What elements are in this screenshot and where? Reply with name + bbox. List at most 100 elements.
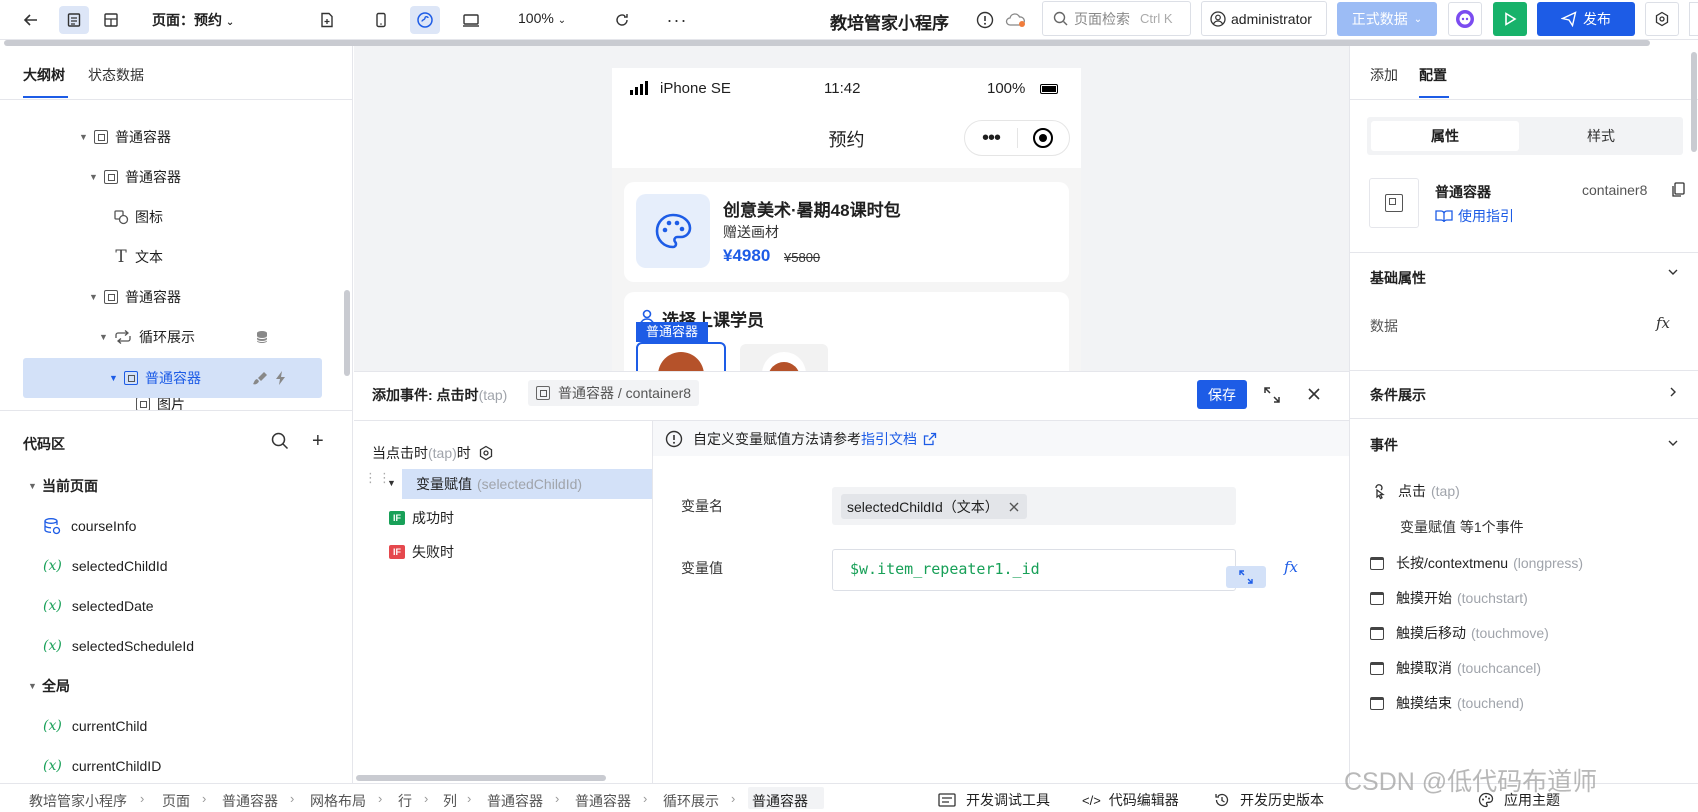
event-panel-scrollbar[interactable] <box>356 775 606 781</box>
page-search-input[interactable]: 页面检索 Ctrl K <box>1042 1 1191 36</box>
action-node-selected[interactable]: 变量赋值 (selectedChildId) <box>402 469 652 499</box>
data-env-select[interactable]: 正式数据 ⌄ <box>1337 2 1437 36</box>
event-touchcancel[interactable]: 触摸取消 (touchcancel) <box>1370 654 1541 682</box>
code-editor-button[interactable]: </> 代码编辑器 <box>1082 790 1179 810</box>
overflow-button[interactable] <box>1689 2 1698 36</box>
event-touchend[interactable]: 触摸结束 (touchend) <box>1370 689 1524 717</box>
back-arrow-icon[interactable] <box>16 6 46 34</box>
success-branch[interactable]: IF 成功时 <box>389 508 454 528</box>
chevron-down-icon[interactable] <box>1667 266 1679 281</box>
tree-node-selected[interactable]: ▼ 普通容器 <box>109 361 289 395</box>
add-page-icon[interactable] <box>312 6 342 34</box>
external-link-icon[interactable] <box>923 432 937 446</box>
basic-props-title[interactable]: 基础属性 <box>1370 268 1426 288</box>
settings-hex-icon[interactable] <box>478 445 494 461</box>
breadcrumb-separator: › <box>140 791 145 806</box>
events-title[interactable]: 事件 <box>1370 435 1398 455</box>
tree-node[interactable]: 图片 <box>135 398 185 410</box>
tap-event-summary[interactable]: 变量赋值 等1个事件 <box>1400 517 1524 537</box>
fail-branch[interactable]: IF 失败时 <box>389 542 454 562</box>
breadcrumb-item[interactable]: 普通容器 <box>575 791 631 811</box>
desktop-device-icon[interactable] <box>456 6 486 34</box>
list-view-icon[interactable] <box>59 6 89 34</box>
code-item-courseinfo[interactable]: courseInfo <box>43 507 136 545</box>
search-icon[interactable] <box>271 432 289 453</box>
breadcrumb-item[interactable]: 列 <box>443 791 457 811</box>
code-item-var[interactable]: (x) currentChild <box>43 707 147 745</box>
var-value-field[interactable]: $w.item_repeater1._id <box>832 549 1266 591</box>
expand-editor-icon[interactable] <box>1226 566 1266 588</box>
info-icon[interactable] <box>970 6 1000 34</box>
mobile-device-icon[interactable] <box>366 6 396 34</box>
student-avatar-selected[interactable] <box>636 342 726 371</box>
event-touchstart[interactable]: 触摸开始 (touchstart) <box>1370 584 1528 612</box>
tree-node[interactable]: T 文本 <box>113 240 163 274</box>
breadcrumb-item[interactable]: 普通容器 <box>487 791 543 811</box>
current-page-group[interactable]: ▼ 当前页面 <box>28 467 98 505</box>
layout-view-icon[interactable] <box>96 6 126 34</box>
event-tap[interactable]: 点击 (tap) <box>1370 477 1460 505</box>
settings-button[interactable] <box>1645 2 1679 36</box>
cloud-status-icon[interactable] <box>1001 6 1031 34</box>
refresh-icon[interactable] <box>607 6 637 34</box>
fx-icon[interactable]: fx <box>1656 314 1670 332</box>
right-scrollbar[interactable] <box>1691 52 1697 152</box>
caret-down-icon[interactable]: ▼ <box>387 478 396 488</box>
segment-style[interactable]: 样式 <box>1527 121 1675 151</box>
segment-properties[interactable]: 属性 <box>1371 121 1519 151</box>
breadcrumb-item[interactable]: 网格布局 <box>310 791 366 811</box>
preview-run-button[interactable] <box>1493 2 1527 36</box>
tab-state-data[interactable]: 状态数据 <box>88 65 144 85</box>
fx-icon[interactable]: fx <box>1284 558 1298 576</box>
breadcrumb-item[interactable]: 普通容器 <box>222 791 278 811</box>
ai-assistant-button[interactable] <box>1448 2 1482 36</box>
capsule-menu[interactable]: ••• <box>964 120 1070 156</box>
save-button[interactable]: 保存 <box>1197 380 1247 409</box>
close-capsule-icon[interactable] <box>1018 128 1069 148</box>
history-button[interactable]: 开发历史版本 <box>1214 790 1324 810</box>
user-menu[interactable]: administrator <box>1201 1 1327 36</box>
code-item-var[interactable]: (x) selectedDate <box>43 587 154 625</box>
student-avatar[interactable] <box>740 344 828 371</box>
remove-tag-icon[interactable] <box>1009 502 1019 512</box>
event-longpress[interactable]: 长按/contextmenu (longpress) <box>1370 549 1583 577</box>
tab-config[interactable]: 配置 <box>1419 65 1447 85</box>
chevron-right-icon[interactable] <box>1667 385 1679 401</box>
condition-title[interactable]: 条件展示 <box>1370 385 1426 405</box>
code-item-var[interactable]: (x) selectedChildId <box>43 547 168 585</box>
debug-tools-button[interactable]: 开发调试工具 <box>938 790 1050 810</box>
tree-node[interactable]: ▼ 普通容器 <box>89 160 181 194</box>
breadcrumb-item[interactable]: 行 <box>398 791 412 811</box>
tree-node[interactable]: ▼ 循环展示 <box>99 320 269 354</box>
tree-scrollbar[interactable] <box>344 290 350 376</box>
add-icon[interactable]: + <box>312 430 324 453</box>
tree-node[interactable]: ▼ 普通容器 <box>89 280 181 314</box>
guide-doc-link[interactable]: 指引文档 <box>861 429 917 449</box>
close-icon[interactable] <box>1306 386 1322 405</box>
breadcrumb-item[interactable]: 页面 <box>162 791 190 811</box>
expand-icon[interactable] <box>1263 386 1281 407</box>
publish-button[interactable]: 发布 <box>1537 2 1635 36</box>
copy-icon[interactable] <box>1671 182 1685 201</box>
breadcrumb-current[interactable]: 普通容器 <box>752 791 808 811</box>
tree-node[interactable]: ▼ 普通容器 <box>79 120 171 154</box>
usage-guide-link[interactable]: 使用指引 <box>1435 206 1514 226</box>
tree-node[interactable]: 图标 <box>113 200 163 234</box>
code-item-var[interactable]: (x) currentChildID <box>43 747 161 785</box>
event-code: (longpress) <box>1513 555 1584 571</box>
chevron-down-icon[interactable] <box>1667 436 1679 452</box>
more-icon[interactable]: ··· <box>662 6 692 34</box>
code-item-var[interactable]: (x) selectedScheduleId <box>43 627 194 665</box>
miniprogram-device-icon[interactable] <box>410 6 440 34</box>
var-name-field[interactable]: selectedChildId（文本） <box>832 487 1236 525</box>
breadcrumb-item[interactable]: 循环展示 <box>663 791 719 811</box>
breadcrumb-item[interactable]: 教培管家小程序 <box>29 791 127 811</box>
global-group[interactable]: ▼ 全局 <box>28 667 70 705</box>
event-touchmove[interactable]: 触摸后移动 (touchmove) <box>1370 619 1549 647</box>
tab-add[interactable]: 添加 <box>1370 65 1398 85</box>
event-panel-title: 添加事件: 点击时(tap) <box>372 385 507 405</box>
zoom-select[interactable]: 100% ⌄ <box>518 10 566 26</box>
page-selector[interactable]: 页面：预约 ⌄ <box>152 10 234 30</box>
tab-outline-tree[interactable]: 大纲树 <box>23 65 65 85</box>
more-icon[interactable]: ••• <box>965 128 1017 148</box>
